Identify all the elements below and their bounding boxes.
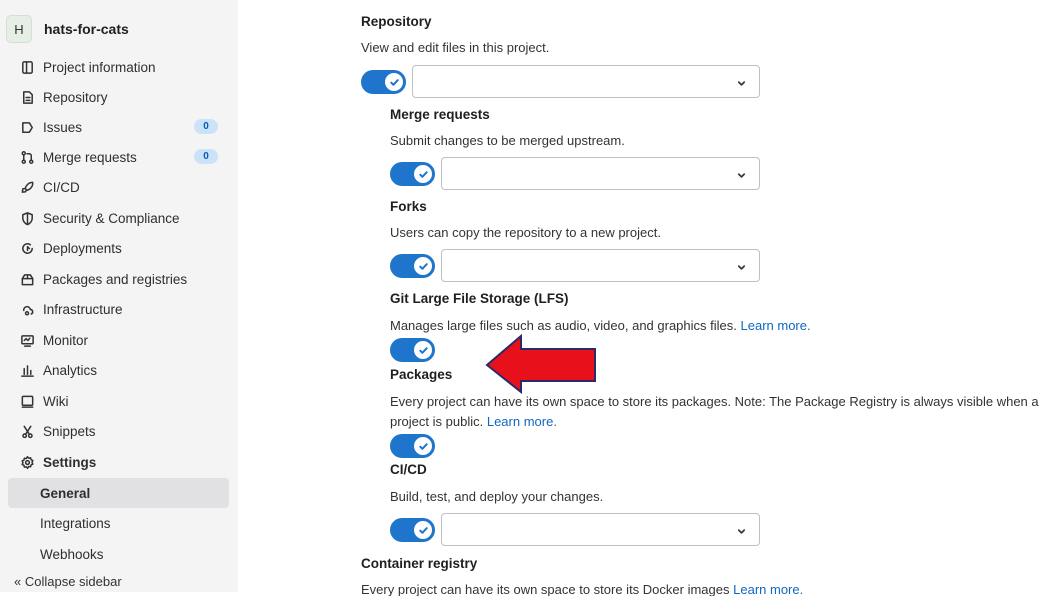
sidebar-item-label: Repository <box>43 89 108 105</box>
forks-access-select[interactable] <box>441 249 760 282</box>
sidebar-item-analytics[interactable]: Analytics <box>8 355 229 385</box>
cicd-access-select[interactable] <box>441 513 760 546</box>
repository-toggle[interactable] <box>361 70 406 94</box>
annotation-arrow-icon <box>485 334 596 394</box>
container-registry-description: Every project can have its own space to … <box>361 582 803 596</box>
sidebar-subitem-general[interactable]: General <box>8 478 229 508</box>
sidebar-item-project-information[interactable]: Project information <box>8 52 229 82</box>
document-icon <box>18 88 36 106</box>
check-icon <box>414 341 432 359</box>
sidebar-item-cicd[interactable]: CI/CD <box>8 172 229 202</box>
wiki-icon <box>18 392 36 410</box>
sidebar-item-wiki[interactable]: Wiki <box>8 386 229 416</box>
sidebar-item-label: Infrastructure <box>43 301 123 317</box>
sidebar-item-label: Merge requests <box>43 149 137 165</box>
packages-title: Packages <box>390 367 453 382</box>
lfs-description: Manages large files such as audio, video… <box>390 318 811 333</box>
gear-icon <box>18 453 36 471</box>
merge-requests-count-badge: 0 <box>194 149 218 164</box>
cicd-title: CI/CD <box>390 462 427 477</box>
container-registry-title: Container registry <box>361 556 478 571</box>
sidebar-item-label: Integrations <box>40 515 111 531</box>
sidebar: H hats-for-cats Project information Repo… <box>0 0 238 596</box>
lfs-learn-more-link[interactable]: Learn more. <box>741 318 811 333</box>
repository-description: View and edit files in this project. <box>361 40 550 55</box>
sidebar-item-infrastructure[interactable]: Infrastructure <box>8 294 229 324</box>
sidebar-item-label: Settings <box>43 454 97 470</box>
check-icon <box>414 257 432 275</box>
sidebar-subitem-webhooks[interactable]: Webhooks <box>8 539 229 569</box>
cloud-gear-icon <box>18 300 36 318</box>
sidebar-item-snippets[interactable]: Snippets <box>8 416 229 446</box>
repository-title: Repository <box>361 14 432 29</box>
chevron-down-icon <box>736 524 747 535</box>
sidebar-item-label: Snippets <box>43 423 96 439</box>
container-registry-description-text: Every project can have its own space to … <box>361 582 730 596</box>
chevron-down-icon <box>736 168 747 179</box>
forks-description: Users can copy the repository to a new p… <box>390 225 661 240</box>
sidebar-item-repository[interactable]: Repository <box>8 82 229 112</box>
sidebar-item-label: Security & Compliance <box>43 210 180 226</box>
check-icon <box>385 73 403 91</box>
merge-requests-description: Submit changes to be merged upstream. <box>390 133 625 148</box>
collapse-sidebar-button[interactable]: « Collapse sidebar <box>14 574 122 589</box>
scissors-icon <box>18 422 36 440</box>
sidebar-item-label: Issues <box>43 119 83 135</box>
sidebar-item-label: Analytics <box>43 362 98 378</box>
cicd-toggle[interactable] <box>390 518 435 542</box>
sidebar-item-label: Packages and registries <box>43 271 188 287</box>
cicd-description: Build, test, and deploy your changes. <box>390 489 604 504</box>
sidebar-item-merge-requests[interactable]: Merge requests 0 <box>8 142 229 172</box>
packages-description-text: project is public. <box>390 414 484 429</box>
sidebar-item-label: Deployments <box>43 240 122 256</box>
sidebar-item-issues[interactable]: Issues 0 <box>8 112 229 142</box>
sidebar-item-settings[interactable]: Settings <box>8 447 229 477</box>
merge-request-icon <box>18 148 36 166</box>
merge-requests-title: Merge requests <box>390 107 490 122</box>
lfs-description-text: Manages large files such as audio, video… <box>390 318 737 333</box>
sidebar-item-deployments[interactable]: Deployments <box>8 233 229 263</box>
sidebar-item-label: General <box>40 485 91 501</box>
sidebar-item-label: CI/CD <box>43 179 80 195</box>
issues-count-badge: 0 <box>194 119 218 134</box>
check-icon <box>414 437 432 455</box>
deployments-icon <box>18 239 36 257</box>
forks-toggle[interactable] <box>390 254 435 278</box>
sidebar-item-security-compliance[interactable]: Security & Compliance <box>8 203 229 233</box>
info-book-icon <box>18 58 36 76</box>
check-icon <box>414 521 432 539</box>
packages-toggle[interactable] <box>390 434 435 458</box>
project-header[interactable]: H hats-for-cats <box>6 14 129 44</box>
sidebar-item-label: Project information <box>43 59 156 75</box>
merge-requests-access-select[interactable] <box>441 157 760 190</box>
packages-learn-more-link[interactable]: Learn more. <box>487 414 557 429</box>
repository-access-select[interactable] <box>412 65 760 98</box>
sidebar-bottom-edge <box>0 592 238 596</box>
project-avatar: H <box>6 15 32 43</box>
packages-description-line2: project is public. Learn more. <box>390 414 557 429</box>
sidebar-item-monitor[interactable]: Monitor <box>8 325 229 355</box>
sidebar-subitem-integrations[interactable]: Integrations <box>8 508 229 538</box>
package-icon <box>18 270 36 288</box>
chevron-down-icon <box>736 76 747 87</box>
project-name: hats-for-cats <box>44 21 129 37</box>
sidebar-item-packages-registries[interactable]: Packages and registries <box>8 264 229 294</box>
chart-icon <box>18 361 36 379</box>
packages-description-line1: Every project can have its own space to … <box>390 394 1039 409</box>
merge-requests-toggle[interactable] <box>390 162 435 186</box>
monitor-icon <box>18 331 36 349</box>
forks-title: Forks <box>390 199 427 214</box>
check-icon <box>414 165 432 183</box>
container-registry-learn-more-link[interactable]: Learn more. <box>733 582 803 596</box>
rocket-icon <box>18 178 36 196</box>
chevron-down-icon <box>736 260 747 271</box>
shield-icon <box>18 209 36 227</box>
sidebar-item-label: Monitor <box>43 332 89 348</box>
sidebar-item-label: Webhooks <box>40 546 104 562</box>
lfs-title: Git Large File Storage (LFS) <box>390 291 569 306</box>
issues-icon <box>18 118 36 136</box>
sidebar-item-label: Wiki <box>43 393 69 409</box>
lfs-toggle[interactable] <box>390 338 435 362</box>
